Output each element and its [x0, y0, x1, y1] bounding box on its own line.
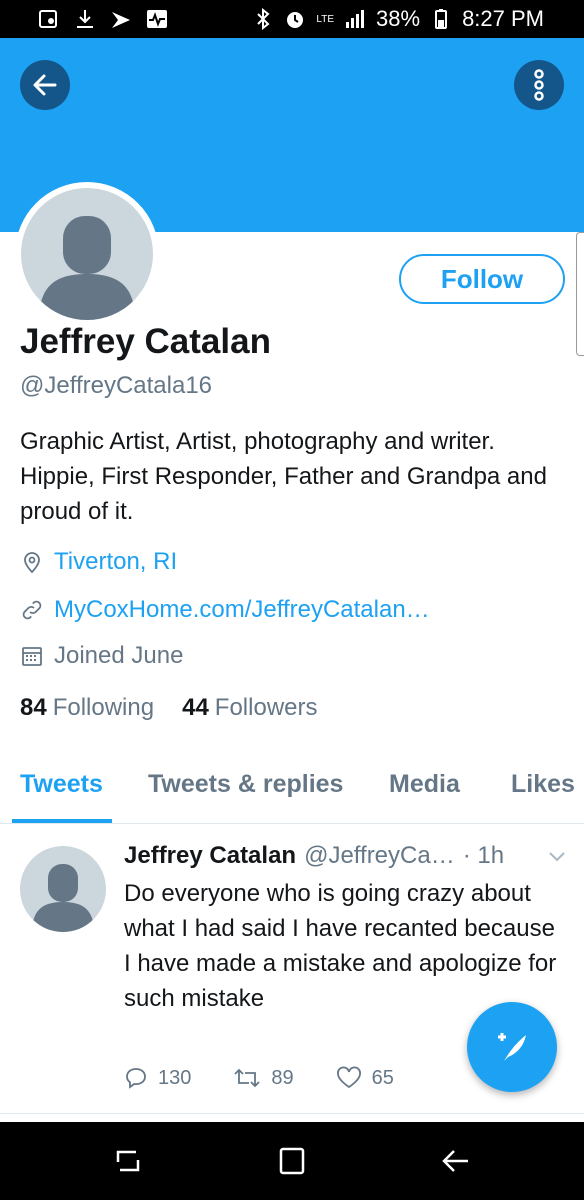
notification-icon — [39, 10, 57, 28]
tweet-header: Jeffrey Catalan @JeffreyCa… · 1h — [124, 842, 504, 870]
status-notifications — [38, 8, 168, 30]
followers-count: 44 — [182, 694, 209, 721]
more-options-button[interactable] — [514, 60, 564, 110]
network-type: LTE — [316, 13, 335, 25]
following-count: 84 — [20, 694, 47, 721]
clock: 8:27 PM — [462, 6, 544, 31]
compose-tweet-button[interactable] — [467, 1002, 557, 1092]
profile-joined: Joined June — [20, 642, 183, 670]
profile-name: Jeffrey Catalan — [20, 322, 271, 361]
tweet-author-handle[interactable]: @JeffreyCa… — [304, 842, 455, 870]
chevron-down-icon — [549, 852, 565, 862]
tab-tweets-replies[interactable]: Tweets & replies — [148, 770, 343, 799]
battery-icon — [435, 9, 448, 29]
default-avatar-icon — [32, 864, 94, 932]
alarm-icon — [287, 12, 304, 28]
like-count: 65 — [371, 1066, 394, 1089]
tweet-time: · 1h — [462, 842, 505, 869]
like-button[interactable]: 65 — [336, 1066, 394, 1090]
battery-percent: 38% — [376, 6, 421, 31]
recent-apps-icon — [116, 1150, 140, 1172]
follow-counts: 84 Following 44 Followers — [20, 694, 318, 722]
tab-tweets[interactable]: Tweets — [20, 770, 103, 799]
tab-media[interactable]: Media — [389, 770, 460, 799]
profile-handle: @JeffreyCatala16 — [20, 372, 213, 399]
profile-tabs: Tweets Tweets & replies Media Likes — [0, 758, 584, 824]
default-avatar-icon — [21, 188, 153, 320]
following-label: Following — [52, 694, 155, 721]
followers-stat[interactable]: 44 Followers — [182, 694, 317, 722]
link-icon — [20, 598, 44, 622]
system-nav-bar — [0, 1122, 584, 1200]
calendar-icon — [20, 644, 44, 668]
tweet-menu-button[interactable] — [548, 850, 566, 868]
recent-apps-button[interactable] — [114, 1146, 142, 1181]
followers-label: Followers — [214, 694, 318, 721]
location-pin-icon — [20, 550, 44, 574]
status-bar: LTE 38% 8:27 PM — [0, 0, 584, 38]
back-arrow-icon — [33, 74, 57, 96]
retweet-icon — [234, 1068, 261, 1088]
tweet-text: Do everyone who is going crazy about wha… — [124, 880, 557, 1012]
following-stat[interactable]: 84 Following — [20, 694, 154, 722]
profile-location: Tiverton, RI — [20, 548, 177, 576]
reply-button[interactable]: 130 — [124, 1066, 191, 1090]
system-back-icon — [442, 1150, 468, 1172]
scrollbar-thumb[interactable] — [576, 232, 584, 356]
compose-icon — [498, 1033, 526, 1061]
location-text[interactable]: Tiverton, RI — [54, 548, 177, 576]
profile-website: MyCoxHome.com/JeffreyCatalan… — [20, 596, 430, 624]
tweet-avatar[interactable] — [20, 846, 106, 932]
retweet-count: 89 — [271, 1066, 294, 1089]
tweet-author-name[interactable]: Jeffrey Catalan — [124, 842, 296, 870]
follow-button[interactable]: Follow — [399, 254, 565, 304]
signal-icon — [346, 10, 365, 28]
tab-likes[interactable]: Likes — [511, 770, 575, 799]
home-button[interactable] — [278, 1146, 306, 1181]
bluetooth-icon — [257, 8, 270, 30]
more-vertical-icon — [534, 69, 544, 101]
activity-icon — [147, 10, 167, 28]
active-tab-indicator — [12, 819, 112, 823]
profile-avatar[interactable] — [15, 182, 159, 326]
joined-text: Joined June — [54, 642, 184, 669]
website-link[interactable]: MyCoxHome.com/JeffreyCatalan… — [54, 596, 430, 624]
reply-icon — [126, 1068, 146, 1089]
reply-count: 130 — [158, 1066, 192, 1089]
profile-bio: Graphic Artist, Artist, photography and … — [20, 428, 547, 525]
retweet-button[interactable]: 89 — [233, 1066, 294, 1090]
back-button[interactable] — [20, 60, 70, 110]
home-icon — [279, 1147, 305, 1175]
system-back-button[interactable] — [440, 1146, 470, 1181]
sprint-icon — [112, 12, 130, 28]
tweet-actions: 130 89 65 — [124, 1066, 394, 1090]
status-system: LTE 38% 8:27 PM — [252, 6, 544, 32]
heart-icon — [336, 1066, 361, 1089]
download-icon — [77, 10, 93, 28]
